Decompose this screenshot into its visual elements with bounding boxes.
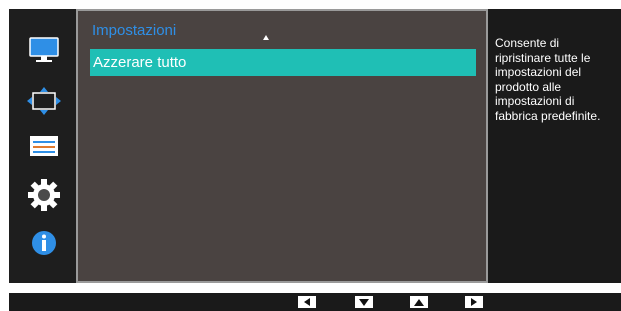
screen-adjust-icon[interactable] bbox=[27, 84, 61, 118]
left-arrow-button[interactable] bbox=[298, 296, 316, 308]
menu-panel: Impostazioni Azzerare tutto bbox=[76, 9, 488, 283]
system-gear-icon[interactable] bbox=[27, 178, 61, 212]
picture-icon[interactable] bbox=[27, 33, 61, 67]
down-arrow-button[interactable] bbox=[355, 296, 373, 308]
information-icon[interactable] bbox=[27, 226, 61, 260]
left-arrow-icon bbox=[304, 298, 310, 306]
sidebar bbox=[9, 9, 76, 283]
right-arrow-button[interactable] bbox=[465, 296, 483, 308]
down-arrow-icon bbox=[359, 298, 369, 306]
right-arrow-icon bbox=[471, 298, 477, 306]
menu-title: Impostazioni bbox=[92, 22, 177, 39]
menu-item-reset-all[interactable]: Azzerare tutto bbox=[90, 49, 476, 76]
osd-settings-icon[interactable] bbox=[27, 129, 61, 163]
osd-menu: Impostazioni Azzerare tutto Consente di … bbox=[9, 9, 621, 283]
navigation-bar bbox=[9, 293, 621, 311]
help-description: Consente di ripristinare tutte le impost… bbox=[495, 36, 601, 123]
up-arrow-icon bbox=[414, 298, 424, 306]
scroll-up-indicator-icon bbox=[263, 35, 269, 40]
up-arrow-button[interactable] bbox=[410, 296, 428, 308]
